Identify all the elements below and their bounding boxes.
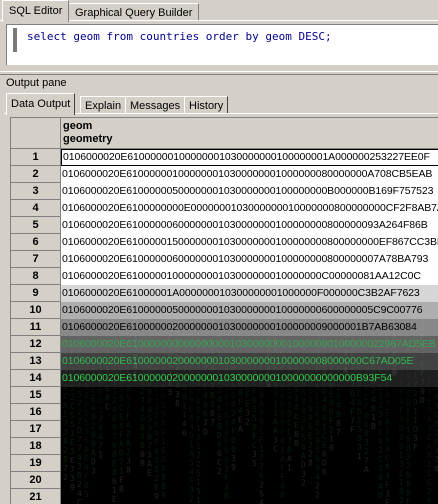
column-type: geometry: [63, 133, 113, 145]
grid-corner[interactable]: [11, 118, 61, 149]
table-cell-geom[interactable]: [61, 438, 438, 455]
row-header[interactable]: 19: [11, 455, 61, 472]
row-header[interactable]: 17: [11, 421, 61, 438]
editor-margin-marker: [13, 28, 17, 52]
output-pane-title: Output pane: [6, 77, 67, 89]
row-header[interactable]: 18: [11, 438, 61, 455]
tab-history[interactable]: History: [184, 96, 229, 114]
row-header[interactable]: 7: [11, 251, 61, 268]
result-grid[interactable]: 13781E964CA173A2872F17F368A42F73852C551E…: [10, 117, 438, 504]
table-cell-geom[interactable]: 0106000020E61000000500000001030000000100…: [61, 302, 438, 319]
data-output-panel: 13781E964CA173A2872F17F368A42F73852C551E…: [4, 113, 438, 504]
table-cell-geom[interactable]: [61, 404, 438, 421]
row-header[interactable]: 15: [11, 387, 61, 404]
row-header[interactable]: 8: [11, 268, 61, 285]
table-cell-geom[interactable]: 0106000020E61000000200000001030000000100…: [61, 353, 438, 370]
table-cell-geom[interactable]: 0106000020E61000001500000001030000000100…: [61, 234, 438, 251]
column-header-geom[interactable]: geom geometry: [61, 118, 438, 149]
table-cell-geom[interactable]: [61, 421, 438, 438]
table-cell-geom[interactable]: [61, 455, 438, 472]
tab-sql-editor[interactable]: SQL Editor: [2, 0, 70, 22]
table-cell-geom[interactable]: [61, 387, 438, 404]
table-cell-geom[interactable]: 0106000020E61000000600000001030000000100…: [61, 251, 438, 268]
pane-splitter[interactable]: [0, 71, 438, 75]
row-header[interactable]: 1: [11, 149, 61, 166]
sql-query-text[interactable]: select geom from countries order by geom…: [27, 30, 332, 43]
table-cell-geom[interactable]: [61, 472, 438, 489]
row-header[interactable]: 16: [11, 404, 61, 421]
row-header[interactable]: 14: [11, 370, 61, 387]
editor-tab-strip: SQL Editor Graphical Query Builder: [0, 0, 438, 22]
table-cell-geom[interactable]: 0106000020E61000001A00000001030000000100…: [61, 285, 438, 302]
row-header[interactable]: 2: [11, 166, 61, 183]
row-header[interactable]: 9: [11, 285, 61, 302]
row-header[interactable]: 5: [11, 217, 61, 234]
row-header[interactable]: 21: [11, 489, 61, 504]
table-cell-geom[interactable]: 0106000020E61000000000000000010300000001…: [61, 336, 438, 353]
table-cell-geom[interactable]: 0106000020E6100000000E000000010300000001…: [61, 200, 438, 217]
table-cell-geom[interactable]: 0106000020E61000000500000001030000000100…: [61, 183, 438, 200]
sql-editor-panel: select geom from countries order by geom…: [0, 20, 438, 70]
row-header[interactable]: 12: [11, 336, 61, 353]
table-cell-geom[interactable]: 0106000020E61000000100000001030000000100…: [61, 149, 438, 166]
row-header[interactable]: 10: [11, 302, 61, 319]
output-tab-strip: Data Output Explain Messages History: [4, 93, 438, 115]
table-cell-geom[interactable]: 0106000020E61000001000000001030000000100…: [61, 268, 438, 285]
table-cell-geom[interactable]: 0106000020E61000000600000001030000000100…: [61, 217, 438, 234]
tab-explain[interactable]: Explain: [80, 96, 127, 114]
row-header[interactable]: 20: [11, 472, 61, 489]
row-header[interactable]: 3: [11, 183, 61, 200]
table-cell-geom[interactable]: 0106000020E61000000200000001030000000100…: [61, 319, 438, 336]
row-header[interactable]: 13: [11, 353, 61, 370]
table-cell-geom[interactable]: [61, 489, 438, 504]
column-name: geom: [63, 120, 93, 132]
table-cell-geom[interactable]: 0106000020E61000000200000001030000000100…: [61, 370, 438, 387]
table-cell-geom[interactable]: 0106000020E61000000100000001030000000100…: [61, 166, 438, 183]
row-header[interactable]: 4: [11, 200, 61, 217]
row-header[interactable]: 6: [11, 234, 61, 251]
row-header[interactable]: 11: [11, 319, 61, 336]
sql-editor[interactable]: select geom from countries order by geom…: [6, 24, 438, 65]
tab-data-output[interactable]: Data Output: [6, 93, 76, 115]
tab-messages[interactable]: Messages: [125, 96, 186, 114]
